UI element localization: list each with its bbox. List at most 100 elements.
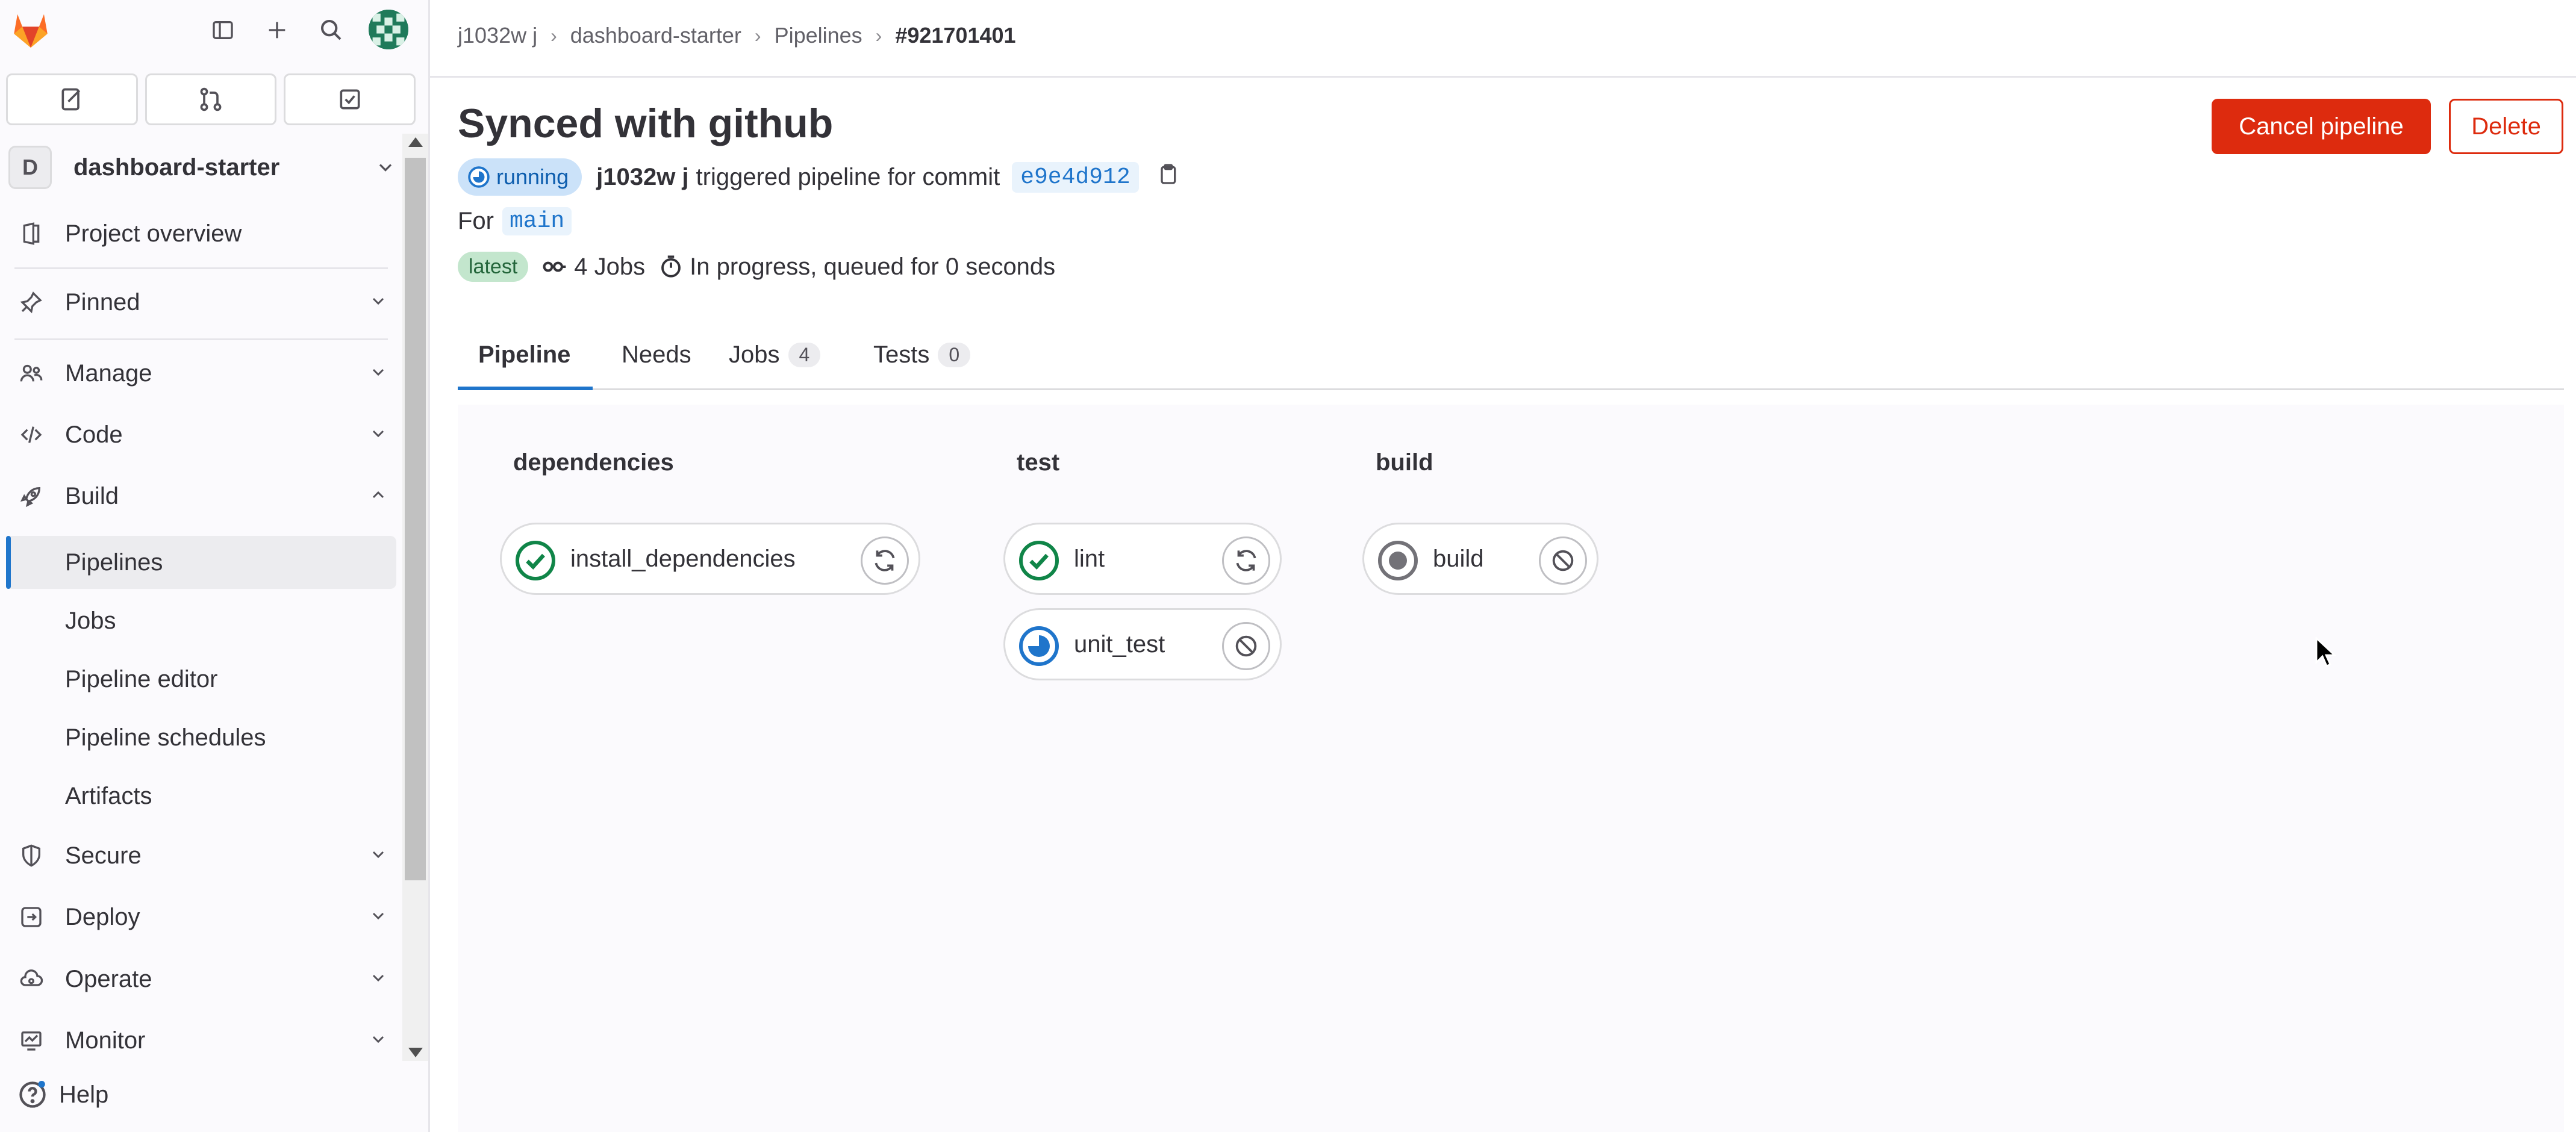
sidebar-item-label: Secure [65,842,142,869]
sidebar-subitem-pipeline-schedules[interactable]: Pipeline schedules [6,711,396,764]
project-name: dashboard-starter [73,154,280,181]
job-name: build [1433,545,1484,572]
sidebar-item-secure[interactable]: Secure [0,827,402,885]
retry-button[interactable] [861,536,909,585]
commit-link[interactable]: e9e4d912 [1012,161,1139,193]
pipeline-tabs: Pipeline Needs Jobs 4 Tests 0 [458,319,2564,390]
chevron-down-icon [375,157,396,181]
help-icon [19,1081,46,1108]
breadcrumb: j1032w j › dashboard-starter › Pipelines… [458,23,1016,48]
cancel-pipeline-button[interactable]: Cancel pipeline [2212,99,2431,154]
tab-pipeline[interactable]: Pipeline [478,319,570,390]
sidebar: D dashboard-starter Project overview Pin… [0,0,430,1132]
scroll-up-arrow-icon[interactable] [408,137,423,147]
pin-icon [17,288,46,317]
stage-title: dependencies [513,449,674,476]
cancel-job-button[interactable] [1539,536,1587,585]
sidebar-item-code[interactable]: Code [0,406,402,464]
sidebar-scrollbar[interactable] [402,134,428,1061]
cloud-gear-icon [17,965,46,994]
pipeline-graph: dependencies install_dependencies test l… [458,405,2564,1132]
retry-button[interactable] [1222,536,1270,585]
cancel-icon [1552,550,1574,571]
active-indicator [6,536,11,589]
issues-icon [61,88,81,111]
project-switcher[interactable]: D dashboard-starter [8,146,396,189]
scroll-down-arrow-icon[interactable] [408,1048,423,1057]
scrollbar-thumb[interactable] [405,158,426,880]
tab-tests[interactable]: Tests 0 [873,319,971,390]
issues-button[interactable] [6,73,138,125]
sidebar-item-project-overview[interactable]: Project overview [0,205,402,263]
sidebar-item-manage[interactable]: Manage [0,344,402,402]
deploy-icon [17,903,46,931]
active-tab-indicator [458,387,593,390]
page-title: Synced with github [458,101,834,146]
tab-count: 0 [938,342,971,367]
sidebar-subitem-label: Pipeline schedules [65,724,266,751]
sidebar-subitem-jobs[interactable]: Jobs [6,594,396,647]
toggle-sidebar-icon[interactable] [205,12,241,48]
todos-button[interactable] [284,73,416,125]
breadcrumb-current[interactable]: #921701401 [895,23,1015,48]
breadcrumb-link[interactable]: Pipelines [775,23,862,48]
plus-icon[interactable] [259,12,295,48]
job-card[interactable]: unit_test [1003,608,1282,680]
stage-title: build [1376,449,1433,476]
tab-label: Tests [873,341,930,368]
created-icon [1378,541,1418,580]
pipeline-icon [541,253,568,280]
tab-count: 4 [788,342,821,367]
help-button[interactable]: Help [17,1079,108,1110]
chevron-down-icon [369,291,388,314]
branch-row: For main [458,207,572,235]
sidebar-subitem-label: Pipelines [65,549,163,576]
code-icon [17,420,46,449]
breadcrumb-link[interactable]: j1032w j [458,23,537,48]
delete-button[interactable]: Delete [2449,99,2563,154]
divider [14,338,388,340]
sidebar-subitem-artifacts[interactable]: Artifacts [6,770,396,823]
sidebar-item-label: Deploy [65,903,140,930]
sidebar-item-monitor[interactable]: Monitor [0,1012,402,1069]
cancel-job-button[interactable] [1222,622,1270,670]
job-card[interactable]: build [1362,523,1598,595]
tab-needs[interactable]: Needs [622,319,691,390]
sidebar-subitem-pipelines[interactable]: Pipelines [6,536,396,589]
jobs-count: 4 Jobs [574,253,646,280]
chevron-down-icon [369,362,388,385]
sidebar-subitem-pipeline-editor[interactable]: Pipeline editor [6,653,396,706]
todo-icon [340,89,360,110]
retry-icon [1236,550,1256,571]
sidebar-item-deploy[interactable]: Deploy [0,888,402,946]
user-link[interactable]: j1032w j [596,164,688,191]
project-icon [17,219,46,248]
chevron-up-icon [369,485,388,508]
sidebar-item-label: Code [65,421,123,448]
search-icon[interactable] [313,12,349,48]
chevron-down-icon [369,424,388,446]
tab-jobs[interactable]: Jobs 4 [729,319,821,390]
merge-requests-button[interactable] [145,73,277,125]
sidebar-item-build[interactable]: Build [0,467,402,525]
user-avatar[interactable] [369,10,408,49]
job-card[interactable]: lint [1003,523,1282,595]
project-avatar: D [8,146,52,189]
latest-badge: latest [458,252,529,282]
monitor-icon [17,1026,46,1055]
gitlab-logo-icon[interactable] [8,7,53,52]
merge-request-icon [200,87,222,111]
sidebar-item-operate[interactable]: Operate [0,950,402,1008]
pipeline-meta: running j1032w j triggered pipeline for … [458,158,1180,196]
copy-icon[interactable] [1156,162,1180,192]
tab-label: Needs [622,341,691,368]
job-card[interactable]: install_dependencies [500,523,920,595]
pipeline-summary: latest 4 Jobs In progress, queued for 0 … [458,252,1055,282]
branch-link[interactable]: main [502,207,572,235]
sidebar-top-bar [0,0,428,60]
status-badge[interactable]: running [458,158,582,196]
timer-icon [658,254,684,279]
breadcrumb-link[interactable]: dashboard-starter [570,23,741,48]
sidebar-item-pinned[interactable]: Pinned [0,273,402,331]
running-icon [1019,626,1059,666]
